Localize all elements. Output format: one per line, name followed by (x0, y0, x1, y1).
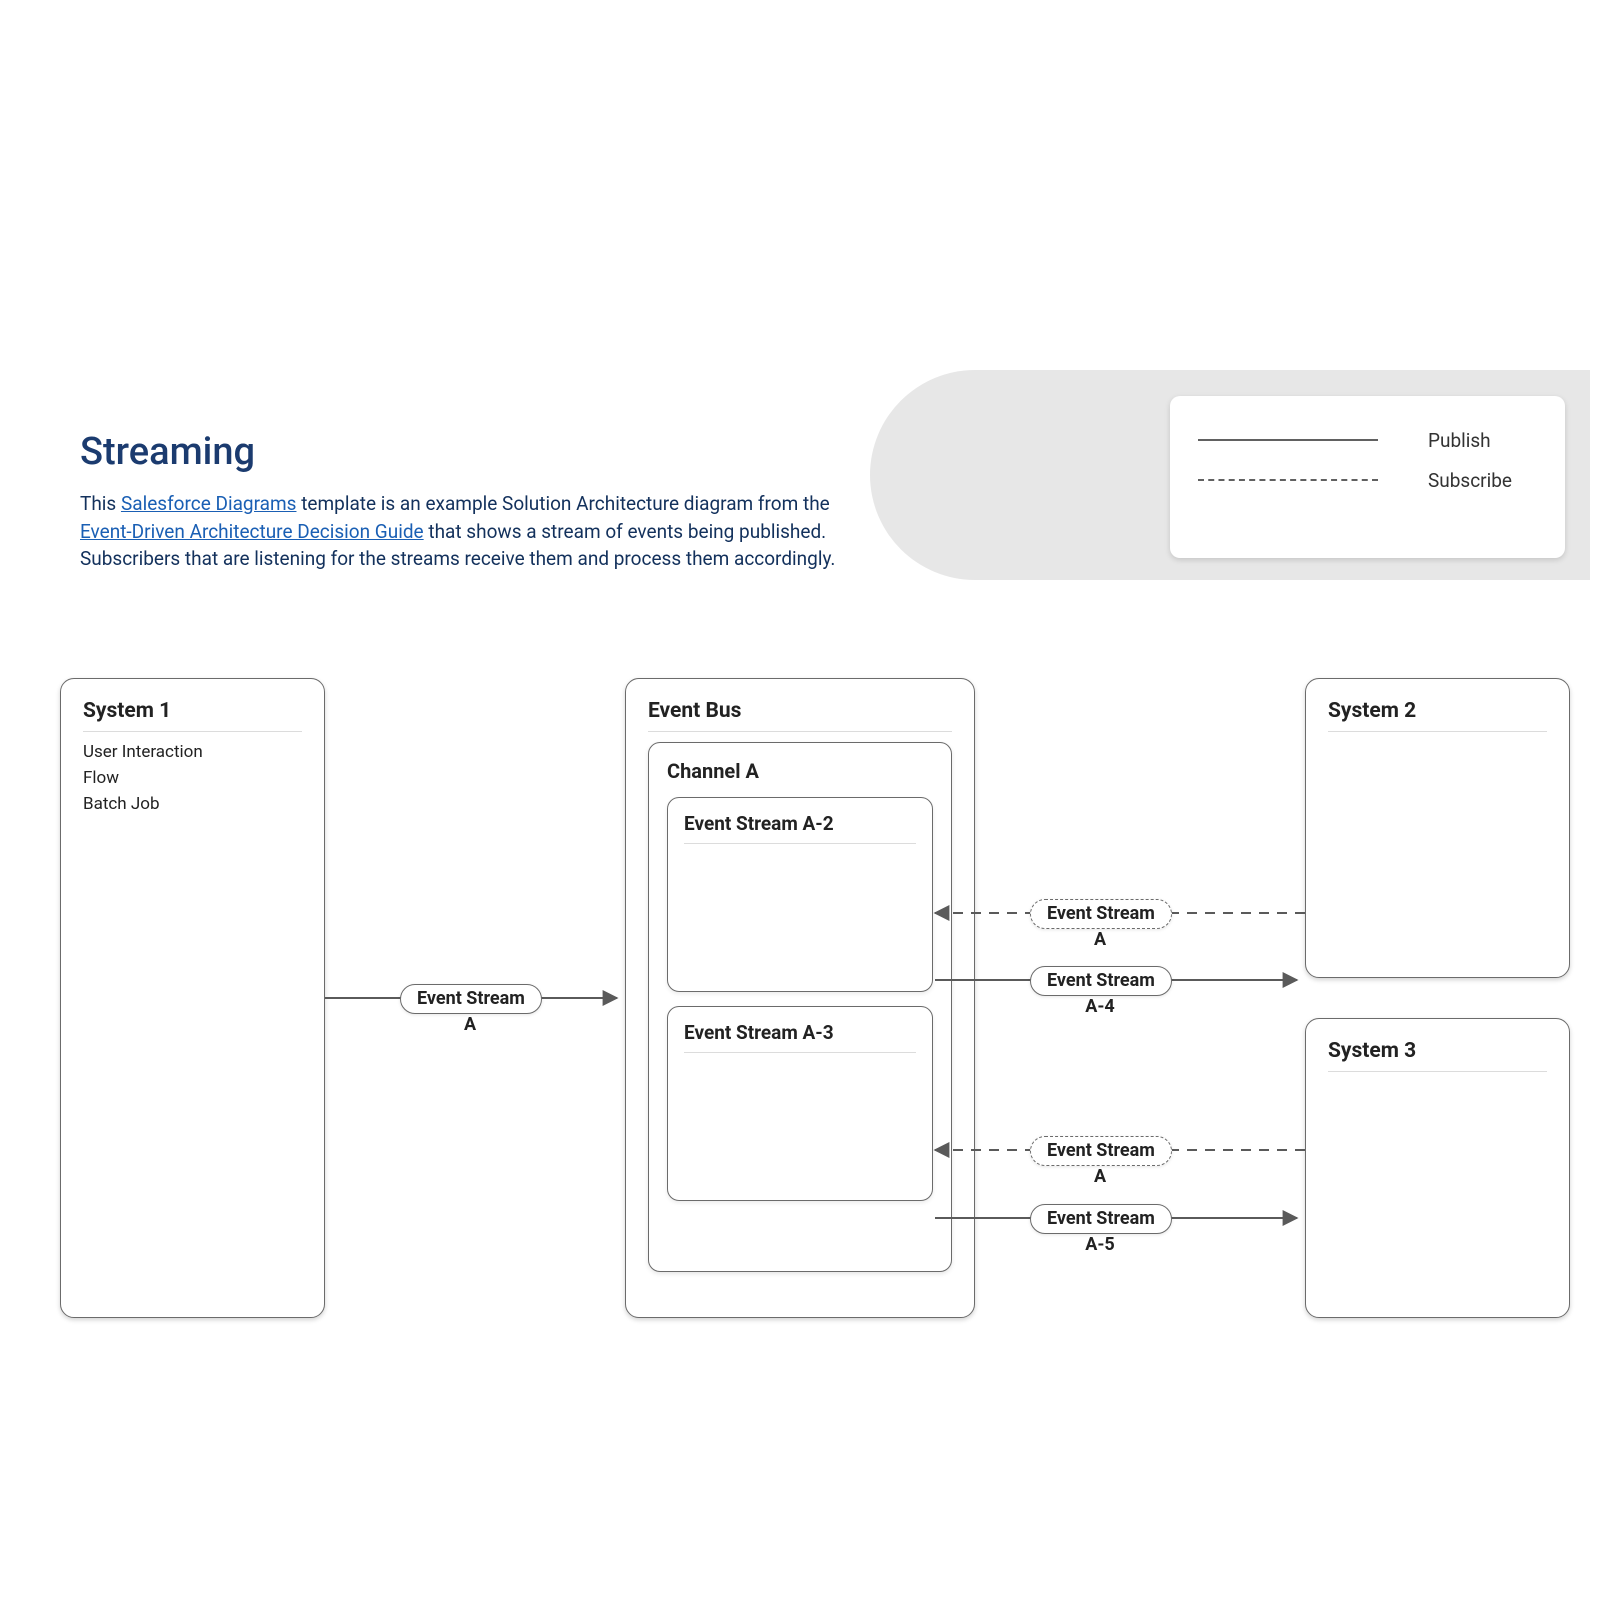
legend-publish-row: Publish (1198, 420, 1537, 460)
node-divider (1328, 731, 1547, 732)
edge-label-subscribe-a-top: Event Stream (1030, 899, 1172, 929)
system1-item-2: Batch Job (83, 794, 302, 814)
edge-sub-event-stream-a5: A-5 (1030, 1234, 1170, 1255)
desc-text-1: This (80, 492, 121, 515)
page-title: Streaming (80, 430, 255, 474)
node-event-stream-a2: Event Stream A-2 (667, 797, 933, 992)
node-system-3-title: System 3 (1328, 1039, 1547, 1063)
diagram-canvas: Streaming This Salesforce Diagrams templ… (0, 0, 1600, 1600)
edge-label-subscribe-a-bot: Event Stream (1030, 1136, 1172, 1166)
link-salesforce-diagrams[interactable]: Salesforce Diagrams (121, 492, 297, 515)
legend-subscribe-row: Subscribe (1198, 460, 1537, 500)
legend-subscribe-label: Subscribe (1428, 469, 1512, 492)
node-event-stream-a3: Event Stream A-3 (667, 1006, 933, 1201)
edge-sub-event-stream-a4: A-4 (1030, 996, 1170, 1017)
legend-publish-line (1198, 439, 1378, 441)
desc-text-2: template is an example Solution Architec… (301, 492, 830, 515)
legend-publish-label: Publish (1428, 429, 1491, 452)
system1-item-0: User Interaction (83, 742, 302, 762)
node-event-stream-a2-title: Event Stream A-2 (684, 812, 916, 835)
node-event-bus-title: Event Bus (648, 699, 952, 723)
page-description: This Salesforce Diagrams template is an … (80, 490, 860, 573)
node-event-stream-a3-title: Event Stream A-3 (684, 1021, 916, 1044)
node-divider (83, 731, 302, 732)
node-system-1: System 1 User Interaction Flow Batch Job (60, 678, 325, 1318)
edge-sub-subscribe-a-top: A (1030, 929, 1170, 950)
node-event-bus: Event Bus Channel A Event Stream A-2 Eve… (625, 678, 975, 1318)
legend-subscribe-line (1198, 479, 1378, 481)
node-channel-a-title: Channel A (667, 759, 933, 783)
node-system-3: System 3 (1305, 1018, 1570, 1318)
edge-label-event-stream-a: Event Stream (400, 984, 542, 1014)
edge-label-event-stream-a5: Event Stream (1030, 1204, 1172, 1234)
system1-item-1: Flow (83, 768, 302, 788)
link-event-driven-guide[interactable]: Event-Driven Architecture Decision Guide (80, 520, 424, 543)
node-divider (648, 731, 952, 732)
node-system-1-title: System 1 (83, 699, 302, 723)
node-channel-a: Channel A Event Stream A-2 Event Stream … (648, 742, 952, 1272)
node-system-2: System 2 (1305, 678, 1570, 978)
node-divider (684, 843, 916, 844)
edge-label-event-stream-a4: Event Stream (1030, 966, 1172, 996)
node-system-2-title: System 2 (1328, 699, 1547, 723)
node-divider (1328, 1071, 1547, 1072)
edge-sub-event-stream-a: A (400, 1014, 540, 1035)
edge-sub-subscribe-a-bot: A (1030, 1166, 1170, 1187)
node-divider (684, 1052, 916, 1053)
legend-box: Publish Subscribe (1170, 396, 1565, 558)
